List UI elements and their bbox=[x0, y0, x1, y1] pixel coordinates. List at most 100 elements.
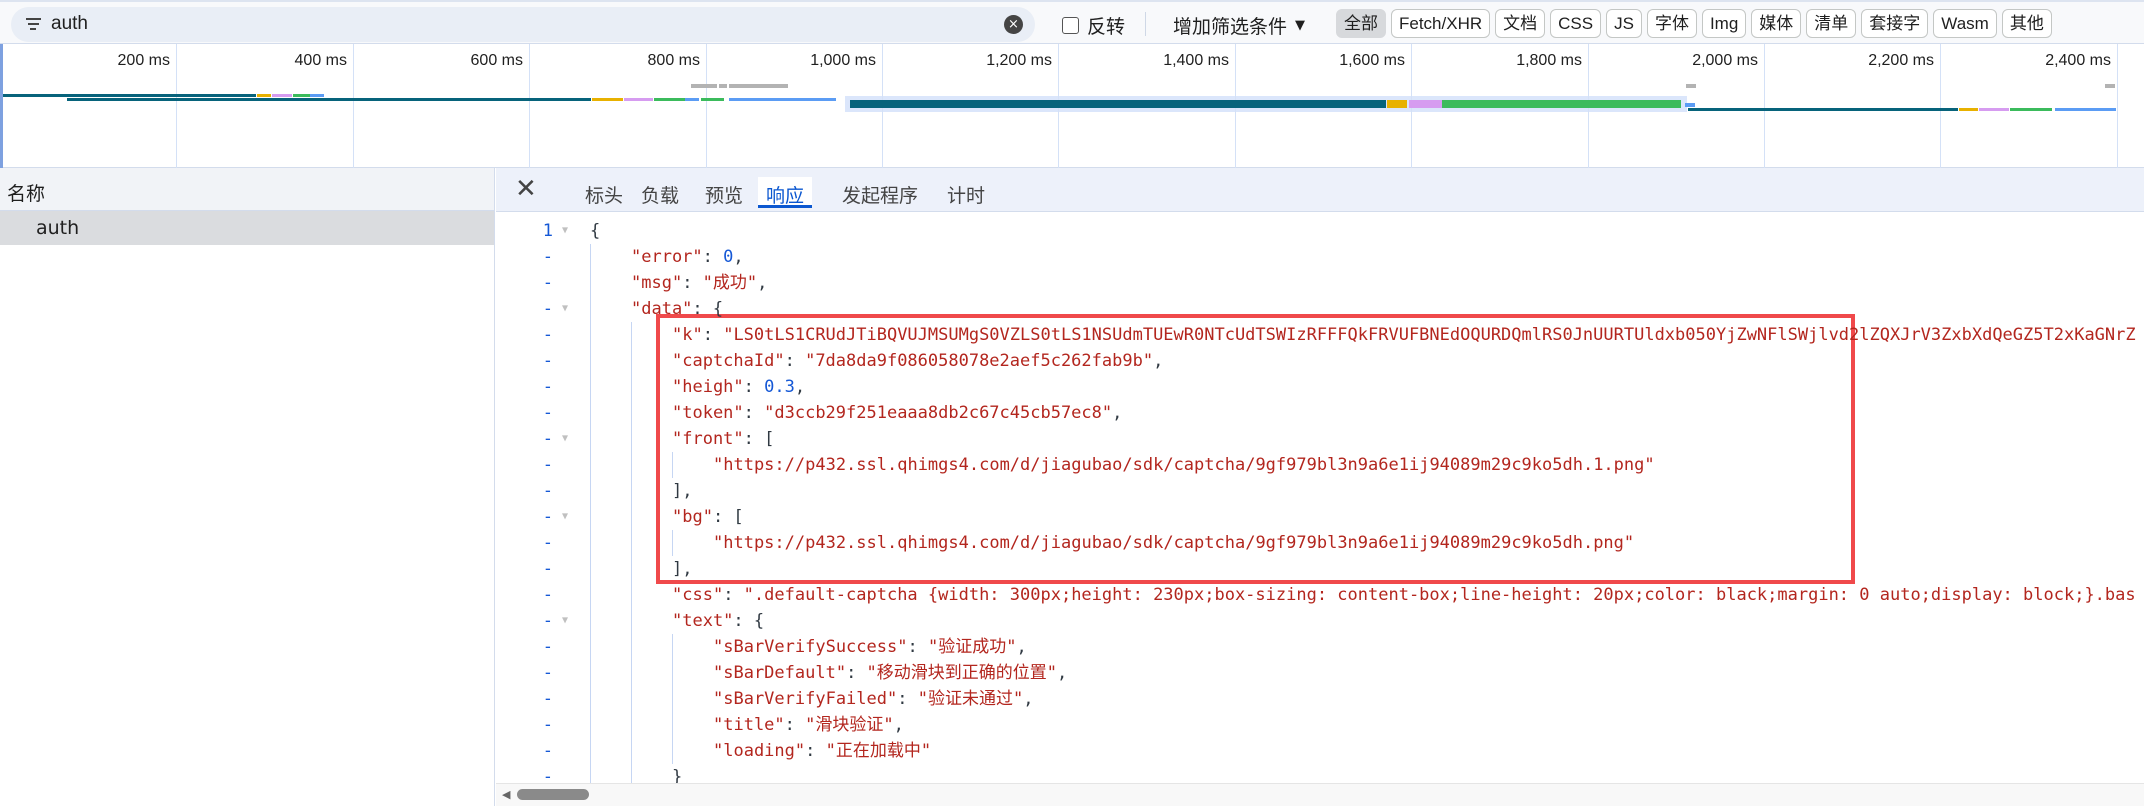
indent-guide bbox=[631, 322, 672, 348]
add-filter-dropdown[interactable]: 增加筛选条件 ▼ bbox=[1173, 12, 1305, 39]
filter-type-Wasm[interactable]: Wasm bbox=[1933, 9, 1997, 38]
waterfall-segment-waiting bbox=[1688, 108, 1958, 111]
json-string: "成功" bbox=[702, 273, 758, 293]
waterfall-segment-purple bbox=[272, 94, 292, 97]
filter-icon bbox=[25, 15, 41, 31]
indent-guide bbox=[672, 660, 713, 686]
code-line: - "loading": "正在加载中" bbox=[496, 738, 2144, 764]
json-number: 0 bbox=[723, 247, 734, 267]
waterfall-segment-waiting bbox=[850, 100, 1386, 108]
line-number: - bbox=[542, 455, 553, 475]
line-number: - bbox=[542, 273, 553, 293]
indent-guide bbox=[590, 608, 631, 634]
clear-filter-icon[interactable]: × bbox=[1004, 15, 1023, 34]
line-number: - bbox=[542, 663, 553, 683]
filter-type-套接字[interactable]: 套接字 bbox=[1861, 9, 1929, 38]
indent-guide bbox=[590, 530, 631, 556]
json-key: "front" bbox=[672, 429, 744, 449]
fold-arrow-icon[interactable]: ▼ bbox=[562, 218, 568, 244]
indent-guide bbox=[590, 270, 631, 296]
json-punctuation: : bbox=[682, 273, 703, 293]
json-string: "https://p432.ssl.qhimgs4.com/d/jiagubao… bbox=[713, 455, 1655, 475]
waterfall-segment-waiting bbox=[67, 98, 591, 101]
timeline-gridline bbox=[176, 44, 177, 168]
filter-type-Fetch/XHR[interactable]: Fetch/XHR bbox=[1391, 9, 1491, 38]
code-text: "captchaId": "7da8da9f086058078e2aef5c26… bbox=[590, 348, 1163, 374]
json-string: ".default-captcha {width: 300px;height: … bbox=[743, 585, 2136, 605]
json-punctuation: } bbox=[672, 767, 683, 783]
fold-arrow-icon[interactable]: ▼ bbox=[562, 504, 568, 530]
fold-arrow-icon[interactable]: ▼ bbox=[562, 426, 568, 452]
indent-guide bbox=[672, 712, 713, 738]
filter-type-文档[interactable]: 文档 bbox=[1495, 9, 1546, 38]
filter-type-字体[interactable]: 字体 bbox=[1646, 9, 1697, 38]
timeline-handle[interactable] bbox=[0, 44, 3, 168]
tab-响应[interactable]: 响应 bbox=[758, 177, 813, 208]
tab-负载[interactable]: 负载 bbox=[641, 181, 679, 212]
fold-arrow-icon[interactable]: ▼ bbox=[562, 608, 568, 634]
tab-标头[interactable]: 标头 bbox=[585, 181, 623, 212]
horizontal-scrollbar[interactable]: ◀ bbox=[496, 783, 2144, 806]
code-line: - ▼ "bg": [ bbox=[496, 504, 2144, 530]
filter-type-CSS[interactable]: CSS bbox=[1550, 9, 1602, 38]
indent-guide bbox=[590, 452, 631, 478]
filter-type-Img[interactable]: Img bbox=[1701, 9, 1747, 38]
indent-guide bbox=[672, 686, 713, 712]
indent-guide bbox=[590, 374, 631, 400]
json-punctuation: , bbox=[1023, 689, 1034, 709]
scroll-left-icon[interactable]: ◀ bbox=[502, 788, 510, 801]
network-overview-timeline[interactable]: 200 ms 400 ms 600 ms 800 ms 1,000 ms 1,200 ms… bbox=[0, 44, 2144, 168]
line-number: - bbox=[542, 559, 553, 579]
waterfall-segment-green bbox=[2010, 108, 2052, 111]
scrollbar-thumb[interactable] bbox=[517, 789, 589, 800]
timeline-gridline bbox=[353, 44, 354, 168]
waterfall-segment-gray bbox=[2105, 84, 2115, 88]
code-text: "https://p432.ssl.qhimgs4.com/d/jiagubao… bbox=[590, 452, 1655, 478]
timeline-tick-label: 600 ms bbox=[470, 52, 523, 69]
close-icon[interactable]: ✕ bbox=[515, 176, 537, 202]
code-text: "token": "d3ccb29f251eaaa8db2c67c45cb57e… bbox=[590, 400, 1122, 426]
tab-计时[interactable]: 计时 bbox=[947, 181, 985, 212]
line-number: - bbox=[542, 741, 553, 761]
indent-guide bbox=[590, 348, 631, 374]
json-number: 0.3 bbox=[764, 377, 795, 397]
response-viewer[interactable]: 1 ▼{- "error": 0, - "msg": "成功", - ▼ "data": {-… bbox=[496, 212, 2144, 783]
code-line: - "https://p432.ssl.qhimgs4.com/d/jiaguba… bbox=[496, 452, 2144, 478]
line-number: - bbox=[542, 403, 553, 423]
code-text: "data": { bbox=[590, 296, 723, 322]
code-text: "https://p432.ssl.qhimgs4.com/d/jiagubao… bbox=[590, 530, 1634, 556]
code-text: "front": [ bbox=[590, 426, 774, 452]
code-line: - "sBarVerifyFailed": "验证未通过", bbox=[496, 686, 2144, 712]
timeline-tick-label: 2,200 ms bbox=[1868, 52, 1934, 69]
line-number: - bbox=[542, 247, 553, 267]
timeline-tick-label: 2,000 ms bbox=[1692, 52, 1758, 69]
json-key: "sBarVerifyFailed" bbox=[713, 689, 898, 709]
fold-arrow-icon[interactable]: ▼ bbox=[562, 296, 568, 322]
tab-发起程序[interactable]: 发起程序 bbox=[842, 181, 918, 212]
timeline-tick-label: 2,400 ms bbox=[2045, 52, 2111, 69]
invert-checkbox[interactable]: 反转 bbox=[1062, 12, 1125, 39]
filter-type-清单[interactable]: 清单 bbox=[1806, 9, 1857, 38]
filter-search-box[interactable]: × bbox=[11, 7, 1035, 42]
line-number: - bbox=[542, 351, 553, 371]
tab-预览[interactable]: 预览 bbox=[705, 181, 743, 212]
timeline-tick-label: 1,400 ms bbox=[1163, 52, 1229, 69]
waterfall-segment-green bbox=[654, 98, 685, 101]
filter-type-媒体[interactable]: 媒体 bbox=[1751, 9, 1802, 38]
line-number: - bbox=[542, 689, 553, 709]
code-text: "sBarVerifySuccess": "验证成功", bbox=[590, 634, 1027, 660]
filter-type-全部[interactable]: 全部 bbox=[1336, 9, 1386, 38]
checkbox-icon[interactable] bbox=[1062, 17, 1079, 34]
waterfall-segment-blue bbox=[310, 94, 324, 97]
filter-type-JS[interactable]: JS bbox=[1606, 9, 1642, 38]
filter-input[interactable] bbox=[51, 10, 951, 38]
filter-type-其他[interactable]: 其他 bbox=[2001, 9, 2052, 38]
indent-guide bbox=[631, 660, 672, 686]
timeline-gridline bbox=[1940, 44, 1941, 168]
indent-guide bbox=[631, 556, 672, 582]
indent-guide bbox=[631, 452, 672, 478]
name-column-header[interactable]: 名称 bbox=[0, 168, 494, 211]
line-number: - bbox=[542, 533, 553, 553]
waterfall-segment-waiting bbox=[3, 94, 256, 97]
request-row-auth[interactable]: auth bbox=[0, 211, 494, 245]
